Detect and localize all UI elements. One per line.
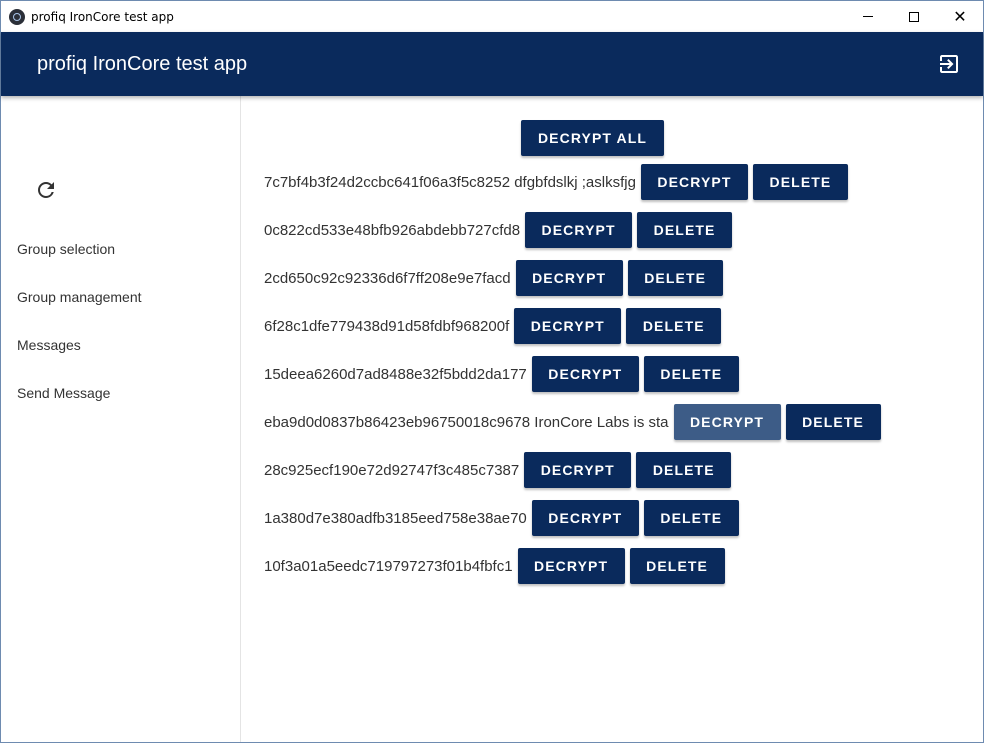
logout-icon[interactable] (937, 52, 961, 76)
main-content: DECRYPT ALL 7c7bf4b3f24d2ccbc641f06a3f5c… (242, 96, 983, 742)
decrypt-button[interactable]: DECRYPT (514, 308, 622, 344)
title-bar: profiq IronCore test app ✕ (1, 1, 983, 32)
message-text: 0c822cd533e48bfb926abdebb727cfd8 (264, 221, 521, 239)
window-title: profiq IronCore test app (31, 9, 174, 24)
delete-button[interactable]: DELETE (785, 404, 881, 440)
message-row: 7c7bf4b3f24d2ccbc641f06a3f5c8252 dfgbfds… (264, 164, 848, 200)
message-text: 2cd650c92c92336d6f7ff208e9e7facd (264, 269, 511, 287)
refresh-icon[interactable] (34, 178, 58, 202)
message-row: 28c925ecf190e72d92747f3c485c7387 DECRYPT… (264, 452, 732, 488)
window-controls: ✕ (845, 1, 983, 32)
message-row: 15deea6260d7ad8488e32f5bdd2da177 DECRYPT… (264, 356, 739, 392)
delete-button[interactable]: DELETE (629, 548, 725, 584)
delete-button[interactable]: DELETE (627, 260, 723, 296)
decrypt-button[interactable]: DECRYPT (673, 404, 781, 440)
decrypt-all-button[interactable]: DECRYPT ALL (521, 120, 664, 156)
sidebar-item-messages[interactable]: Messages (17, 337, 81, 353)
message-text: 1a380d7e380adfb3185eed758e38ae70 (264, 509, 527, 527)
app-window: profiq IronCore test app ✕ profiq IronCo… (0, 0, 984, 743)
message-text: 28c925ecf190e72d92747f3c485c7387 (264, 461, 520, 479)
decrypt-button[interactable]: DECRYPT (531, 500, 639, 536)
message-text: eba9d0d0837b86423eb96750018c9678 IronCor… (264, 413, 669, 431)
message-row: 0c822cd533e48bfb926abdebb727cfd8 DECRYPT… (264, 212, 733, 248)
delete-button[interactable]: DELETE (643, 356, 739, 392)
delete-button[interactable]: DELETE (752, 164, 848, 200)
minimize-button[interactable] (845, 1, 891, 32)
delete-button[interactable]: DELETE (636, 452, 732, 488)
maximize-button[interactable] (891, 1, 937, 32)
close-icon: ✕ (953, 7, 967, 26)
decrypt-button[interactable]: DECRYPT (531, 356, 639, 392)
message-text: 10f3a01a5eedc719797273f01b4fbfc1 (264, 557, 513, 575)
delete-button[interactable]: DELETE (626, 308, 722, 344)
message-row: 2cd650c92c92336d6f7ff208e9e7facd DECRYPT… (264, 260, 723, 296)
app-icon (9, 8, 25, 25)
sidebar-item-group-management[interactable]: Group management (17, 289, 142, 305)
app-header: profiq IronCore test app (1, 32, 983, 96)
delete-button[interactable]: DELETE (643, 500, 739, 536)
sidebar: Group selection Group management Message… (1, 96, 241, 742)
decrypt-button[interactable]: DECRYPT (640, 164, 748, 200)
message-text: 15deea6260d7ad8488e32f5bdd2da177 (264, 365, 527, 383)
message-row: 1a380d7e380adfb3185eed758e38ae70 DECRYPT… (264, 500, 739, 536)
minimize-icon (863, 16, 873, 17)
message-row: 10f3a01a5eedc719797273f01b4fbfc1 DECRYPT… (264, 548, 725, 584)
message-text: 6f28c1dfe779438d91d58fdbf968200f (264, 317, 510, 335)
message-row: eba9d0d0837b86423eb96750018c9678 IronCor… (264, 404, 881, 440)
decrypt-button[interactable]: DECRYPT (515, 260, 623, 296)
message-text: 7c7bf4b3f24d2ccbc641f06a3f5c8252 dfgbfds… (264, 173, 636, 191)
delete-button[interactable]: DELETE (637, 212, 733, 248)
decrypt-button[interactable]: DECRYPT (524, 452, 632, 488)
decrypt-button[interactable]: DECRYPT (525, 212, 633, 248)
message-row: 6f28c1dfe779438d91d58fdbf968200f DECRYPT… (264, 308, 722, 344)
sidebar-item-group-selection[interactable]: Group selection (17, 241, 115, 257)
decrypt-button[interactable]: DECRYPT (517, 548, 625, 584)
maximize-icon (909, 11, 919, 22)
app-title: profiq IronCore test app (37, 52, 248, 75)
close-button[interactable]: ✕ (937, 1, 983, 32)
sidebar-item-send-message[interactable]: Send Message (17, 385, 110, 401)
